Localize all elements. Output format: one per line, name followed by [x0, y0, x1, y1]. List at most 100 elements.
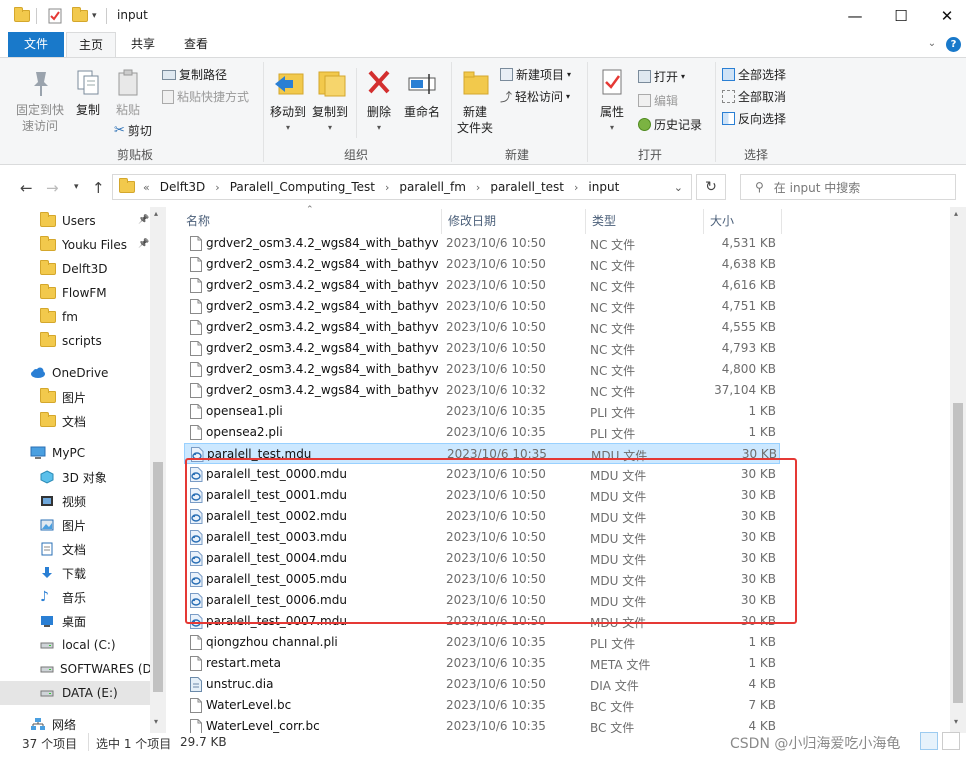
- sidebar-item[interactable]: DATA (E:): [0, 681, 150, 705]
- customize-dropdown-icon[interactable]: ▾: [92, 7, 97, 25]
- copy-button[interactable]: 复制: [70, 68, 106, 118]
- new-folder-button[interactable]: 新建 文件夹: [454, 66, 496, 136]
- breadcrumb-item[interactable]: paralell_test: [490, 180, 564, 194]
- file-row[interactable]: grdver2_osm3.4.2_wgs84_with_bathyv... 202…: [184, 359, 780, 380]
- history-button[interactable]: 历史记录: [638, 116, 702, 133]
- nav-scrollbar-thumb[interactable]: [153, 462, 163, 692]
- file-list-scrollbar[interactable]: ▴ ▾: [950, 207, 966, 733]
- select-none-button[interactable]: 全部取消: [722, 88, 786, 105]
- file-row[interactable]: grdver2_osm3.4.2_wgs84_with_bathyv... 202…: [184, 275, 780, 296]
- sidebar-item[interactable]: scripts: [0, 329, 150, 353]
- address-bar[interactable]: « Delft3D › Paralell_Computing_Test › pa…: [112, 174, 692, 200]
- new-item-button[interactable]: 新建项目 ▾: [500, 66, 571, 83]
- pin-quick-access-button[interactable]: 固定到快 速访问: [12, 68, 68, 134]
- sidebar-item[interactable]: 文档: [0, 409, 150, 433]
- sidebar-item[interactable]: Users 📌: [0, 209, 150, 233]
- sidebar-item[interactable]: fm: [0, 305, 150, 329]
- file-row[interactable]: restart.meta 2023/10/6 10:35 META 文件 1 KB: [184, 653, 780, 674]
- file-row[interactable]: grdver2_osm3.4.2_wgs84_with_bathyv... 202…: [184, 296, 780, 317]
- file-row[interactable]: unstruc.dia 2023/10/6 10:50 DIA 文件 4 KB: [184, 674, 780, 695]
- column-header-type[interactable]: 类型: [586, 209, 704, 234]
- sidebar-item[interactable]: 图片: [0, 513, 150, 537]
- properties-button[interactable]: 属性 ▾: [592, 66, 632, 136]
- breadcrumb-overflow[interactable]: «: [143, 181, 150, 194]
- sidebar-item[interactable]: FlowFM: [0, 281, 150, 305]
- chevron-right-icon[interactable]: ›: [574, 181, 578, 194]
- scroll-down-icon[interactable]: ▾: [954, 717, 958, 726]
- chevron-right-icon[interactable]: ›: [476, 181, 480, 194]
- close-button[interactable]: ✕: [924, 4, 970, 28]
- file-row[interactable]: grdver2_osm3.4.2_wgs84_with_bathyv... 202…: [184, 338, 780, 359]
- cut-button[interactable]: ✂ 剪切: [114, 122, 152, 139]
- minimize-button[interactable]: —: [832, 4, 878, 28]
- open-button[interactable]: 打开 ▾: [638, 68, 685, 85]
- column-header-date[interactable]: 修改日期: [442, 209, 586, 234]
- scroll-down-icon[interactable]: ▾: [154, 717, 158, 726]
- forward-arrow-icon[interactable]: →: [46, 179, 59, 197]
- sidebar-item[interactable]: 视频: [0, 489, 150, 513]
- file-row[interactable]: grdver2_osm3.4.2_wgs84_with_bathyv... 202…: [184, 317, 780, 338]
- breadcrumb-item[interactable]: paralell_fm: [399, 180, 466, 194]
- file-row[interactable]: grdver2_osm3.4.2_wgs84_with_bathyv... 202…: [184, 233, 780, 254]
- sidebar-item[interactable]: Delft3D: [0, 257, 150, 281]
- scroll-up-icon[interactable]: ▴: [154, 209, 158, 218]
- sidebar-item[interactable]: 文档: [0, 537, 150, 561]
- maximize-button[interactable]: ☐: [878, 4, 924, 28]
- copy-to-button[interactable]: 复制到 ▾: [310, 66, 350, 136]
- file-row[interactable]: qiongzhou channal.pli 2023/10/6 10:35 PLI …: [184, 632, 780, 653]
- tab-file[interactable]: 文件: [8, 32, 64, 57]
- tab-view[interactable]: 查看: [170, 32, 222, 57]
- sidebar-item[interactable]: SOFTWARES (D: [0, 657, 150, 681]
- paste-button[interactable]: 粘贴: [108, 68, 148, 118]
- sidebar-item[interactable]: ♪ 音乐: [0, 585, 150, 609]
- chevron-right-icon[interactable]: ›: [215, 181, 219, 194]
- easy-access-button[interactable]: ⤴ 轻松访问 ▾: [500, 88, 570, 105]
- details-view-button[interactable]: [920, 732, 938, 750]
- move-to-button[interactable]: 移动到 ▾: [268, 66, 308, 136]
- breadcrumb-item[interactable]: input: [588, 180, 619, 194]
- file-row[interactable]: opensea1.pli 2023/10/6 10:35 PLI 文件 1 KB: [184, 401, 780, 422]
- up-arrow-icon[interactable]: ↑: [92, 179, 105, 197]
- sidebar-item[interactable]: 3D 对象: [0, 465, 150, 489]
- delete-button[interactable]: 删除 ▾: [362, 66, 396, 136]
- properties-check-icon[interactable]: [48, 7, 62, 25]
- column-header-name[interactable]: 名称: [180, 209, 442, 234]
- invert-selection-button[interactable]: 反向选择: [722, 110, 786, 127]
- sidebar-item[interactable]: local (C:): [0, 633, 150, 657]
- sidebar-item[interactable]: 桌面: [0, 609, 150, 633]
- sidebar-item[interactable]: 下载: [0, 561, 150, 585]
- tab-share[interactable]: 共享: [118, 32, 168, 57]
- column-header-size[interactable]: 大小: [704, 209, 782, 234]
- search-input[interactable]: ⚲ 在 input 中搜索: [740, 174, 956, 200]
- sidebar-item[interactable]: 图片: [0, 385, 150, 409]
- edit-button[interactable]: 编辑: [638, 92, 678, 109]
- file-list-scrollbar-thumb[interactable]: [953, 403, 963, 703]
- rename-button[interactable]: 重命名: [400, 66, 444, 120]
- back-arrow-icon[interactable]: ←: [20, 179, 33, 197]
- quick-access-folder-icon[interactable]: [14, 7, 30, 25]
- large-icons-view-button[interactable]: [942, 732, 960, 750]
- tab-home[interactable]: 主页: [66, 32, 116, 57]
- breadcrumb-item[interactable]: Delft3D: [160, 180, 206, 194]
- recent-dropdown-icon[interactable]: ▾: [74, 182, 79, 192]
- sidebar-item[interactable]: OneDrive: [0, 361, 150, 385]
- file-row[interactable]: grdver2_osm3.4.2_wgs84_with_bathyv... 202…: [184, 254, 780, 275]
- refresh-button[interactable]: ↻: [696, 174, 726, 200]
- paste-shortcut-button[interactable]: 粘贴快捷方式: [162, 88, 249, 105]
- new-folder-quick-icon[interactable]: [72, 7, 88, 25]
- file-row[interactable]: grdver2_osm3.4.2_wgs84_with_bathyv... 202…: [184, 380, 780, 401]
- breadcrumb-item[interactable]: Paralell_Computing_Test: [230, 180, 375, 194]
- address-dropdown-icon[interactable]: ⌄: [674, 181, 683, 194]
- chevron-right-icon[interactable]: ›: [385, 181, 389, 194]
- nav-scrollbar[interactable]: ▴ ▾: [150, 207, 166, 733]
- scroll-up-icon[interactable]: ▴: [954, 209, 958, 218]
- sidebar-item[interactable]: MyPC: [0, 441, 150, 465]
- help-icon[interactable]: ?: [946, 37, 961, 52]
- file-row[interactable]: opensea2.pli 2023/10/6 10:35 PLI 文件 1 KB: [184, 422, 780, 443]
- select-all-button[interactable]: 全部选择: [722, 66, 786, 83]
- file-row[interactable]: WaterLevel.bc 2023/10/6 10:35 BC 文件 7 KB: [184, 695, 780, 716]
- copy-path-button[interactable]: 复制路径: [162, 66, 227, 83]
- ribbon-collapse-icon[interactable]: ⌄: [922, 32, 942, 57]
- sidebar-item[interactable]: 网络: [0, 712, 150, 733]
- sidebar-item[interactable]: Youku Files 📌: [0, 233, 150, 257]
